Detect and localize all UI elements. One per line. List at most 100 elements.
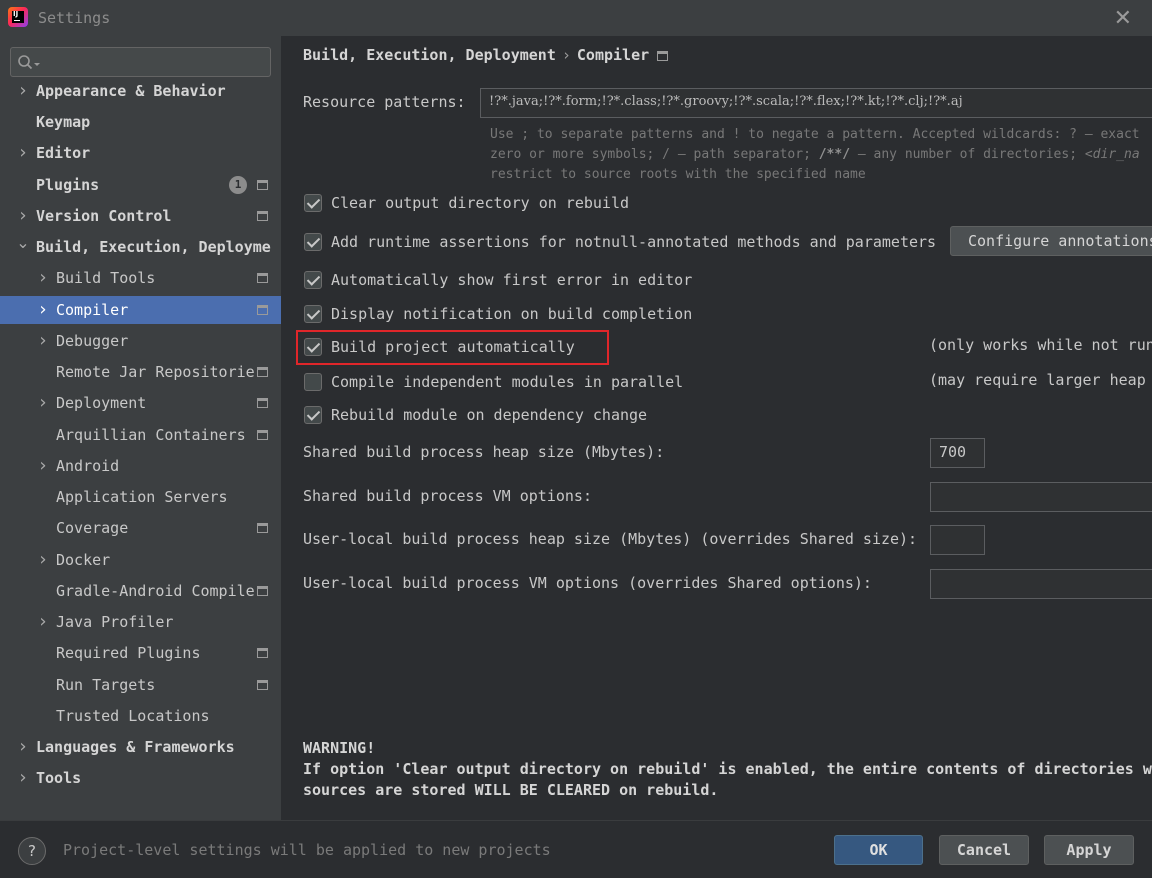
breadcrumb-current: Compiler [576,46,650,64]
sidebar-item-coverage[interactable]: Coverage [0,514,281,542]
local-vm-options-input[interactable] [930,569,1152,599]
checkbox-box[interactable] [304,233,322,251]
chevron-right-icon[interactable]: › [36,608,50,636]
project-scope-icon [257,305,268,315]
checkbox-box[interactable] [304,305,322,323]
sidebar-item-label: Remote Jar Repositorie [56,363,255,381]
checkbox-box[interactable] [304,373,322,391]
shared-vm-options-input[interactable] [930,482,1152,512]
sidebar-item-trusted-locations[interactable]: Trusted Locations [0,702,281,730]
sidebar-item-docker[interactable]: › Docker [0,546,281,574]
chevron-right-icon[interactable]: › [16,77,30,105]
sidebar-item-build-tools[interactable]: › Build Tools [0,264,281,292]
sidebar-item-label: Gradle-Android Compile [56,582,255,600]
search-icon [18,55,40,70]
project-scope-icon [257,398,268,408]
sidebar-item-android[interactable]: › Android [0,452,281,480]
sidebar-item-required-plugins[interactable]: Required Plugins [0,639,281,667]
breadcrumb-parent[interactable]: Build, Execution, Deployment [303,46,556,64]
sidebar-item-label: Android [56,457,120,475]
sidebar-item-appearance-behavior[interactable]: › Appearance & Behavior [0,77,281,105]
dialog-footer: ? Project-level settings will be applied… [0,820,1152,878]
chevron-right-icon[interactable]: › [36,389,50,417]
resource-patterns-label: Resource patterns: [303,93,466,111]
resource-patterns-input[interactable]: !?*.java;!?*.form;!?*.class;!?*.groovy;!… [480,88,1152,118]
sidebar-item-compiler[interactable]: › Compiler [0,296,281,324]
project-scope-icon [257,586,268,596]
sidebar-item-label: Docker [56,551,111,569]
breadcrumb: Build, Execution, Deployment › Compiler [303,46,669,64]
sidebar-item-label: Coverage [56,519,129,537]
sidebar-item-label: Required Plugins [56,644,201,662]
local-heap-label: User-local build process heap size (Mbyt… [303,530,918,548]
checkbox-box[interactable] [304,194,322,212]
sidebar-item-label: Debugger [56,332,129,350]
project-scope-icon [257,273,268,283]
checkbox-box[interactable] [304,338,322,356]
chevron-right-icon[interactable]: › [36,452,50,480]
warning-message: WARNING! If option 'Clear output directo… [303,738,1152,801]
sidebar-item-label: Languages & Frameworks [36,738,235,756]
update-count-badge: 1 [229,176,247,194]
chevron-right-icon[interactable]: › [16,733,30,761]
close-icon[interactable]: ✕ [1114,6,1132,31]
cancel-button[interactable]: Cancel [939,835,1029,865]
apply-button[interactable]: Apply [1044,835,1134,865]
sidebar-item-run-targets[interactable]: Run Targets [0,671,281,699]
compiler-settings-panel: Build, Execution, Deployment › Compiler Re… [281,36,1152,820]
search-input[interactable] [43,52,263,72]
chevron-right-icon[interactable]: › [16,202,30,230]
breadcrumb-separator: › [561,46,571,64]
sidebar-item-remote-jar-repositorie[interactable]: Remote Jar Repositorie [0,358,281,386]
project-scope-icon [257,648,268,658]
sidebar-item-languages-frameworks[interactable]: › Languages & Frameworks [0,733,281,761]
sidebar-item-keymap[interactable]: Keymap [0,108,281,136]
warning-line: sources are stored WILL BE CLEARED on re… [303,781,719,799]
project-scope-icon [257,211,268,221]
sidebar-item-debugger[interactable]: › Debugger [0,327,281,355]
sidebar-item-deployment[interactable]: › Deployment [0,389,281,417]
compile-parallel-note: (may require larger heap size) [929,371,1152,389]
checkbox-box[interactable] [304,406,322,424]
chevron-right-icon[interactable]: › [36,327,50,355]
sidebar-item-plugins[interactable]: Plugins 1 [0,171,281,199]
sidebar-item-label: Arquillian Containers [56,426,246,444]
local-vm-options-label: User-local build process VM options (ove… [303,574,872,592]
configure-annotations-button[interactable]: Configure annotations... [950,226,1152,256]
project-scope-icon [657,50,669,61]
local-heap-input[interactable] [930,525,985,555]
sidebar-item-label: Java Profiler [56,613,174,631]
sidebar-item-label: Build, Execution, Deployme [36,238,271,256]
sidebar-item-label: Version Control [36,207,172,225]
build-automatically-note: (only works while not running / debuggin… [929,336,1152,354]
sidebar-item-label: Deployment [56,394,147,412]
settings-search-box[interactable] [10,47,271,77]
sidebar-item-application-servers[interactable]: Application Servers [0,483,281,511]
chevron-right-icon[interactable]: › [36,264,50,292]
checkbox-box[interactable] [304,271,322,289]
chevron-right-icon[interactable]: › [16,139,30,167]
chevron-right-icon[interactable]: › [36,296,50,324]
sidebar-item-label: Run Targets [56,676,156,694]
sidebar-item-tools[interactable]: › Tools [0,764,281,792]
sidebar-item-java-profiler[interactable]: › Java Profiler [0,608,281,636]
shared-heap-input[interactable]: 700 [930,438,985,468]
sidebar-item-editor[interactable]: › Editor [0,139,281,167]
footer-note: Project-level settings will be applied t… [63,841,551,859]
chevron-right-icon[interactable]: › [16,764,30,792]
sidebar-item-gradle-android-compile[interactable]: Gradle-Android Compile [0,577,281,605]
sidebar-item-label: Compiler [56,301,129,319]
chevron-down-icon[interactable]: ⌄ [16,229,30,257]
sidebar-item-label: Appearance & Behavior [36,82,226,100]
shared-vm-options-label: Shared build process VM options: [303,487,592,505]
project-scope-icon [257,523,268,533]
sidebar-item-arquillian-containers[interactable]: Arquillian Containers [0,421,281,449]
sidebar-item-label: Application Servers [56,488,228,506]
project-scope-icon [257,180,268,190]
ok-button[interactable]: OK [834,835,923,865]
help-button[interactable]: ? [18,837,46,865]
sidebar-item-label: Keymap [36,113,91,131]
chevron-right-icon[interactable]: › [36,546,50,574]
sidebar-item-build-execution-deployme[interactable]: ⌄ Build, Execution, Deployme [0,233,281,261]
sidebar-item-version-control[interactable]: › Version Control [0,202,281,230]
